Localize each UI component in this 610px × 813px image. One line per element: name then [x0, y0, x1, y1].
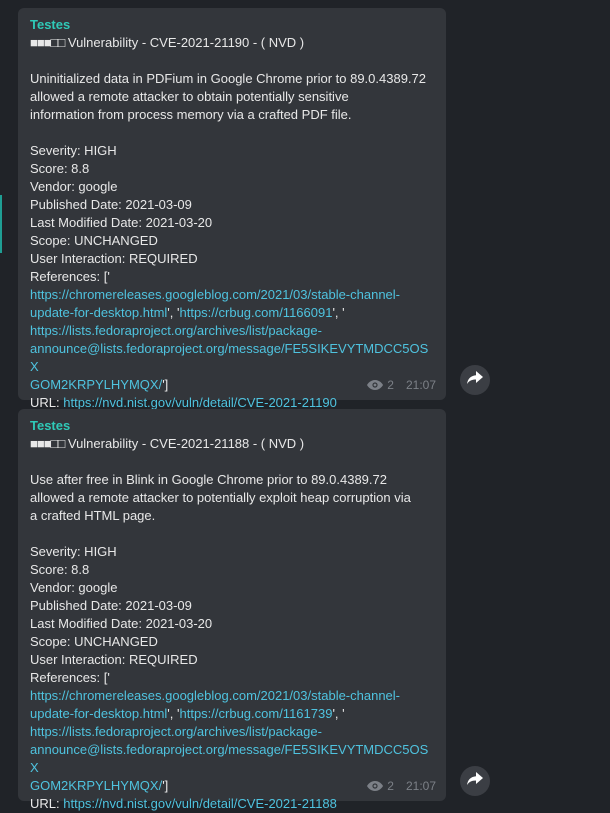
view-count: 2: [387, 779, 394, 793]
eye-icon: [367, 380, 384, 390]
severity-line: Severity: HIGH: [30, 544, 117, 559]
description-line: Use after free in Blink in Google Chrome…: [30, 472, 387, 487]
url-label: URL:: [30, 796, 64, 811]
message-header: ■■■□□ Vulnerability - CVE-2021-21188 - (…: [30, 435, 434, 453]
forward-button[interactable]: [460, 365, 490, 395]
published-date-line: Published Date: 2021-03-09: [30, 598, 192, 613]
message-title: Vulnerability - CVE-2021-21188 - ( NVD ): [64, 436, 305, 451]
sender-name[interactable]: Testes: [30, 16, 434, 34]
description-line: allowed a remote attacker to obtain pote…: [30, 89, 349, 104]
reference-link[interactable]: https://crbug.com/1161739: [179, 706, 332, 721]
eye-icon: [367, 781, 384, 791]
references-end: ']: [162, 778, 169, 793]
scope-line: Scope: UNCHANGED: [30, 634, 158, 649]
reference-link[interactable]: https://chromereleases.googleblog.com/20…: [30, 688, 400, 703]
reference-link[interactable]: GOM2KRPYLHYMQX/: [30, 778, 162, 793]
message-bubble: Testes ■■■□□ Vulnerability - CVE-2021-21…: [18, 409, 446, 811]
vendor-line: Vendor: google: [30, 179, 118, 194]
user-interaction-line: User Interaction: REQUIRED: [30, 652, 198, 667]
modified-date-line: Last Modified Date: 2021-03-20: [30, 215, 213, 230]
modified-date-line: Last Modified Date: 2021-03-20: [30, 616, 213, 631]
message-time: 21:07: [405, 378, 436, 392]
nvd-url-link[interactable]: https://nvd.nist.gov/vuln/detail/CVE-202…: [63, 395, 337, 410]
share-arrow-icon: [467, 771, 483, 791]
reference-separator: ', ': [167, 706, 180, 721]
reference-link[interactable]: https://chromereleases.googleblog.com/20…: [30, 287, 400, 302]
references-label: References: [': [30, 670, 110, 685]
forward-button[interactable]: [460, 766, 490, 796]
message-bubble: Testes ■■■□□ Vulnerability - CVE-2021-21…: [18, 8, 446, 410]
references-label: References: [': [30, 269, 110, 284]
description-line: allowed a remote attacker to potentially…: [30, 490, 411, 505]
nvd-url-link[interactable]: https://nvd.nist.gov/vuln/detail/CVE-202…: [63, 796, 337, 811]
severity-line: Severity: HIGH: [30, 143, 117, 158]
scope-line: Scope: UNCHANGED: [30, 233, 158, 248]
reference-link[interactable]: announce@lists.fedoraproject.org/message…: [30, 742, 428, 775]
description-line: a crafted HTML page.: [30, 508, 156, 523]
reference-link[interactable]: https://lists.fedoraproject.org/archives…: [30, 724, 322, 739]
references-end: ']: [162, 377, 169, 392]
severity-blocks: ■■■□□: [30, 436, 65, 451]
message-meta: 2 21:07: [367, 777, 436, 795]
message-header: ■■■□□ Vulnerability - CVE-2021-21190 - (…: [30, 34, 434, 52]
score-line: Score: 8.8: [30, 161, 90, 176]
score-line: Score: 8.8: [30, 562, 90, 577]
reference-link[interactable]: https://lists.fedoraproject.org/archives…: [30, 323, 322, 338]
published-date-line: Published Date: 2021-03-09: [30, 197, 192, 212]
url-label: URL:: [30, 395, 64, 410]
message-title: Vulnerability - CVE-2021-21190 - ( NVD ): [64, 35, 305, 50]
reference-separator: ', ': [332, 305, 345, 320]
sender-name[interactable]: Testes: [30, 417, 434, 435]
user-interaction-line: User Interaction: REQUIRED: [30, 251, 198, 266]
message-meta: 2 21:07: [367, 376, 436, 394]
share-arrow-icon: [467, 370, 483, 390]
reference-link[interactable]: announce@lists.fedoraproject.org/message…: [30, 341, 428, 374]
view-count: 2: [387, 378, 394, 392]
unread-accent-bar: [0, 195, 2, 253]
severity-blocks: ■■■□□: [30, 35, 65, 50]
description-line: information from process memory via a cr…: [30, 107, 352, 122]
vendor-line: Vendor: google: [30, 580, 118, 595]
message-time: 21:07: [405, 779, 436, 793]
reference-separator: ', ': [332, 706, 345, 721]
description-line: Uninitialized data in PDFium in Google C…: [30, 71, 426, 86]
reference-link[interactable]: update-for-desktop.html: [30, 305, 167, 320]
reference-link[interactable]: update-for-desktop.html: [30, 706, 167, 721]
reference-link[interactable]: https://crbug.com/1166091: [179, 305, 332, 320]
reference-link[interactable]: GOM2KRPYLHYMQX/: [30, 377, 162, 392]
reference-separator: ', ': [167, 305, 180, 320]
